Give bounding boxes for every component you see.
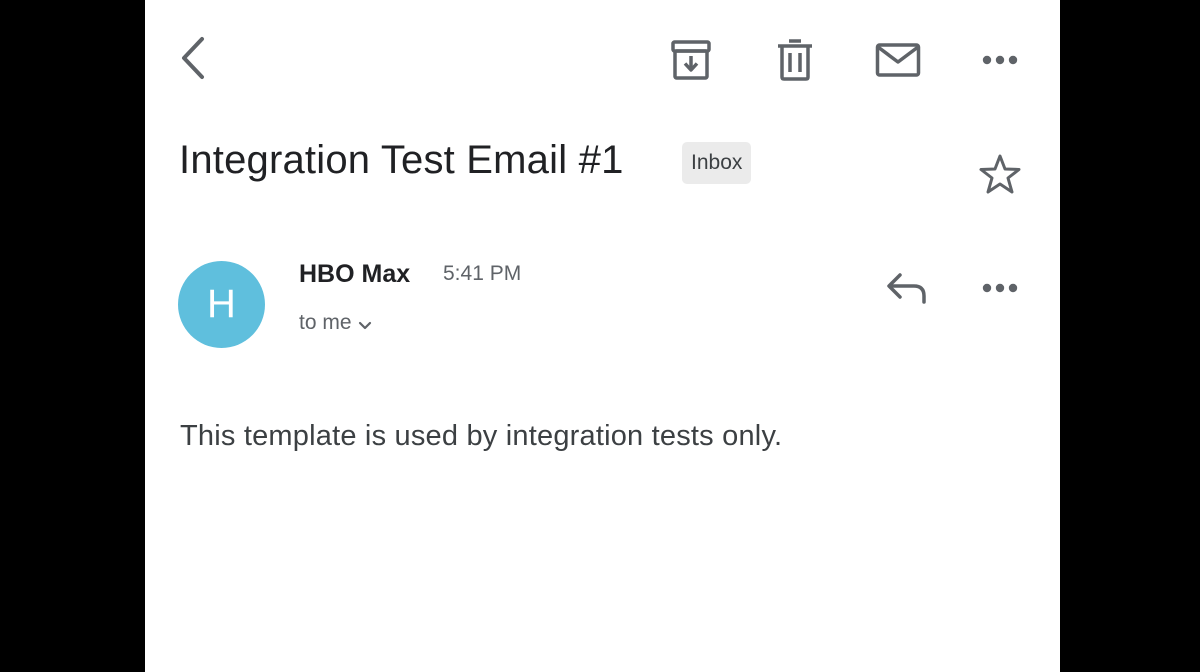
more-horizontal-icon — [982, 55, 1018, 65]
reply-button[interactable] — [880, 266, 934, 310]
sender-name: HBO Max — [299, 260, 411, 288]
email-subject: Integration Test Email #1 — [179, 138, 624, 182]
chevron-left-icon — [182, 37, 204, 79]
email-timestamp: 5:41 PM — [443, 262, 522, 285]
envelope-icon — [875, 43, 921, 77]
delete-button[interactable] — [769, 36, 821, 84]
more-horizontal-icon — [982, 283, 1018, 293]
back-button[interactable] — [167, 30, 219, 86]
archive-icon — [671, 40, 711, 80]
recipient-text: to me — [299, 311, 352, 334]
email-detail-screen: Integration Test Email #1 Inbox H HBO Ma… — [145, 0, 1060, 672]
sender-avatar[interactable]: H — [178, 261, 265, 348]
star-outline-icon — [979, 154, 1021, 194]
inbox-label-chip[interactable]: Inbox — [682, 142, 752, 184]
archive-button[interactable] — [665, 36, 717, 84]
message-more-button[interactable] — [975, 268, 1025, 308]
reply-icon — [887, 273, 926, 304]
star-button[interactable] — [975, 150, 1025, 198]
more-options-button[interactable] — [975, 40, 1025, 80]
trash-icon — [778, 39, 812, 81]
email-body: This template is used by integration tes… — [180, 420, 783, 452]
mark-unread-button[interactable] — [870, 38, 926, 82]
recipient-details-toggle[interactable]: to me — [299, 309, 372, 337]
chevron-down-icon — [358, 321, 371, 330]
